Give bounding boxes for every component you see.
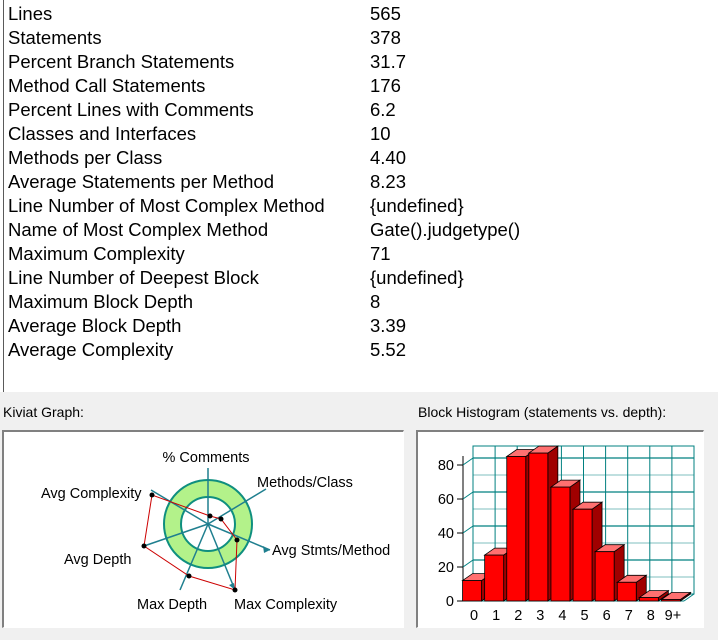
block-histogram: 0 20 40 60 80 0 1 2 3 4 5 6 7 8 9+ — [416, 430, 704, 628]
histogram-grid-line — [462, 491, 474, 500]
histogram-y-tick-label: 20 — [438, 560, 454, 576]
metric-value: Gate().judgetype() — [370, 219, 521, 240]
histogram-x-tick-label: 3 — [536, 608, 544, 624]
kiviat-point — [234, 537, 240, 543]
histogram-bar — [661, 599, 681, 602]
histogram-x-tick-label: 9+ — [665, 608, 682, 624]
histogram-y-tick-label: 0 — [446, 594, 454, 610]
metric-name: Lines — [8, 3, 53, 24]
kiviat-point — [141, 543, 147, 549]
kiviat-point — [207, 513, 213, 519]
metric-name: Statements — [8, 27, 102, 48]
metric-row: Maximum Block Depth 8 — [8, 290, 520, 314]
metric-name: Average Statements per Method — [8, 171, 275, 192]
histogram-svg: 0204060800 1 2 3 4 5 6 7 8 9+ — [438, 445, 695, 624]
kiviat-point — [218, 516, 224, 522]
metric-name: Classes and Interfaces — [8, 123, 197, 144]
metric-name: Methods per Class — [8, 147, 163, 168]
histogram-x-tick-label: 0 — [470, 608, 478, 624]
metric-value: 176 — [370, 75, 401, 96]
kiviat-spoke-arrow — [263, 546, 270, 553]
metric-name: Average Complexity — [8, 339, 174, 360]
metric-value: 71 — [370, 243, 391, 264]
metric-value: 8.23 — [370, 171, 407, 192]
metric-row: Name of Most Complex Method Gate().judget… — [8, 218, 520, 242]
metric-row: Maximum Complexity 71 — [8, 242, 520, 266]
metric-value: {undefined} — [370, 267, 464, 288]
metric-row: Average Block Depth 3.39 — [8, 314, 520, 338]
metric-name: Line Number of Most Complex Method — [8, 195, 325, 216]
histogram-grid-line — [462, 525, 474, 534]
metric-value: 10 — [370, 123, 391, 144]
histogram-x-tick-label: 6 — [603, 608, 611, 624]
metric-name: Average Block Depth — [8, 315, 182, 336]
metric-value: 5.52 — [370, 339, 407, 360]
histogram-bar — [572, 508, 593, 602]
kiviat-point — [149, 492, 155, 498]
kiviat-axis-label: Avg Complexity — [41, 486, 142, 502]
metrics-table: Lines 565 Statements 378 Percent Branch Stat… — [8, 2, 520, 362]
histogram-x-tick-label: 2 — [514, 608, 522, 624]
metric-name: Method Call Statements — [8, 75, 206, 96]
histogram-bar — [506, 456, 527, 602]
kiviat-axis-label: Max Complexity — [234, 597, 338, 613]
histogram-x-tick-label: 5 — [581, 608, 589, 624]
histogram-x-tick-label: 8 — [647, 608, 655, 624]
metric-row: Average Statements per Method 8.23 — [8, 170, 520, 194]
histogram-bar — [638, 597, 659, 602]
histogram-bar — [616, 581, 637, 602]
metric-value: 3.39 — [370, 315, 407, 336]
histogram-label: Block Histogram (statements vs. depth): — [418, 404, 667, 420]
kiviat-axis-label: Avg Depth — [64, 552, 131, 568]
metric-row: Lines 565 — [8, 2, 520, 26]
metric-row: Statements 378 — [8, 26, 520, 50]
histogram-bar — [462, 580, 482, 602]
histogram-bar — [484, 554, 505, 602]
metric-row: Methods per Class 4.40 — [8, 146, 520, 170]
histogram-bar — [528, 452, 549, 602]
metrics-panel: Lines 565 Statements 378 Percent Branch Stat… — [0, 0, 718, 392]
histogram-y-tick-label: 40 — [438, 526, 454, 542]
metric-value: {undefined} — [370, 195, 464, 216]
histogram-x-tick-label: 1 — [492, 608, 500, 624]
metric-name: Line Number of Deepest Block — [8, 267, 259, 288]
histogram-bar — [550, 486, 571, 602]
histogram-y-tick-label: 80 — [438, 458, 454, 474]
metrics-left-border — [3, 0, 4, 392]
metric-name: Maximum Complexity — [8, 243, 185, 264]
histogram-x-tick-label: 4 — [558, 608, 566, 624]
metric-row: Line Number of Deepest Block {undefined} — [8, 266, 520, 290]
histogram-grid-line — [462, 559, 474, 568]
metric-row: Percent Branch Statements 31.7 — [8, 50, 520, 74]
metric-row: Percent Lines with Comments 6.2 — [8, 98, 520, 122]
metric-row: Average Complexity 5.52 — [8, 338, 520, 362]
metric-name: Percent Branch Statements — [8, 51, 235, 72]
metric-row: Line Number of Most Complex Method {undef… — [8, 194, 520, 218]
histogram-x-tick-label: 7 — [625, 608, 633, 624]
kiviat-label: Kiviat Graph: — [3, 404, 84, 420]
histogram-y-tick-label: 60 — [438, 492, 454, 508]
histogram-grid-line — [462, 457, 474, 466]
kiviat-graph: % Comments Methods/Class Avg Stmts/Method M… — [2, 430, 404, 628]
metric-name: Maximum Block Depth — [8, 291, 194, 312]
metric-row: Method Call Statements 176 — [8, 74, 520, 98]
metric-name: Percent Lines with Comments — [8, 99, 254, 120]
metric-value: 6.2 — [370, 99, 396, 120]
kiviat-axis-label: Avg Stmts/Method — [272, 543, 390, 559]
kiviat-axis-label: Max Depth — [137, 597, 207, 613]
metric-value: 565 — [370, 3, 401, 24]
histogram-bar — [594, 551, 615, 602]
metric-row: Classes and Interfaces 10 — [8, 122, 520, 146]
kiviat-axis-label: % Comments — [162, 450, 249, 466]
kiviat-axis-label: Methods/Class — [257, 475, 353, 491]
kiviat-point — [232, 587, 238, 593]
metric-value: 378 — [370, 27, 401, 48]
kiviat-point — [186, 573, 192, 579]
metric-value: 8 — [370, 291, 381, 312]
metric-value: 31.7 — [370, 51, 407, 72]
kiviat-svg: % Comments Methods/Class Avg Stmts/Method M… — [41, 450, 390, 613]
metric-value: 4.40 — [370, 147, 407, 168]
metric-name: Name of Most Complex Method — [8, 219, 269, 240]
